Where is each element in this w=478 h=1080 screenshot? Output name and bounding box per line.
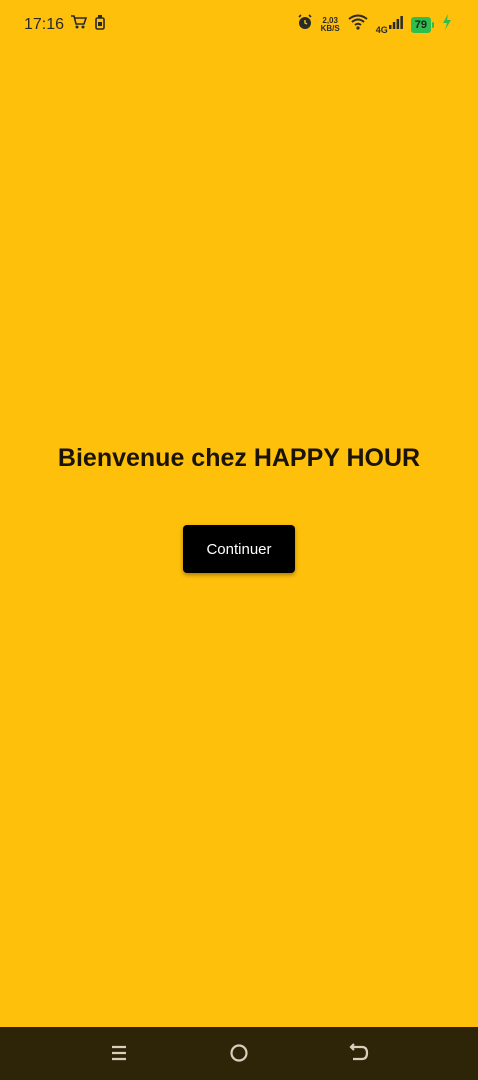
alarm-icon [297, 14, 313, 35]
battery-icon: 79 [410, 16, 434, 33]
wifi-icon [348, 14, 368, 35]
signal-icon [388, 15, 403, 34]
status-left: 17:16 [24, 14, 106, 35]
cellular: 4G [375, 15, 403, 35]
net-speed-unit: KB/S [320, 23, 340, 33]
continue-button[interactable]: Continuer [183, 525, 295, 573]
bottle-icon [94, 14, 106, 35]
welcome-screen: Bienvenue chez HAPPY HOUR Continuer [0, 52, 478, 1027]
welcome-title: Bienvenue chez HAPPY HOUR [57, 444, 421, 472]
status-right: 2,03 KB/S 4G 79 [297, 14, 452, 35]
menu-icon[interactable] [107, 1041, 131, 1065]
home-icon[interactable] [227, 1041, 251, 1065]
navigation-bar [0, 1027, 478, 1080]
status-bar: 17:16 2,03 KB/S 4G 79 [0, 0, 478, 52]
back-icon[interactable] [347, 1041, 371, 1065]
battery-level: 79 [410, 16, 431, 33]
charging-icon [442, 14, 452, 35]
status-time: 17:16 [24, 15, 65, 33]
network-type: 4G [375, 25, 388, 35]
cart-icon [70, 14, 88, 35]
battery-tip [432, 21, 434, 28]
net-speed: 2,03 KB/S [320, 16, 340, 33]
